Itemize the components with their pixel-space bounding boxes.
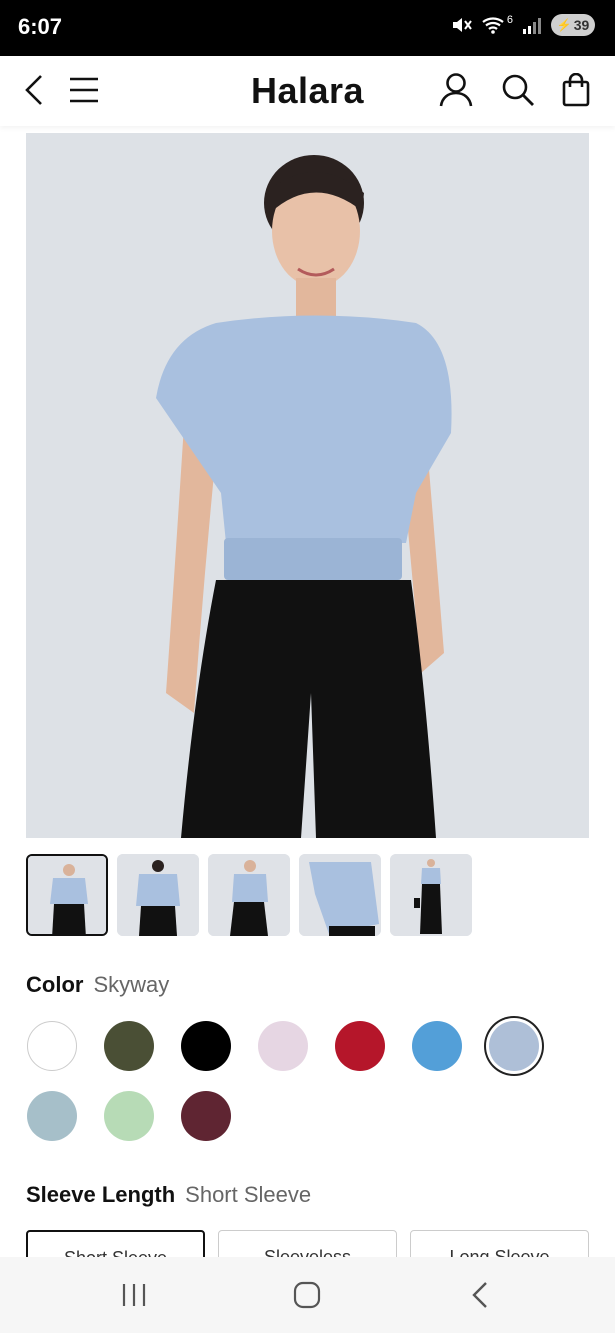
app-header: Halara xyxy=(0,56,615,126)
signal-icon xyxy=(523,18,541,34)
thumbnail-5[interactable] xyxy=(390,854,472,936)
selected-sleeve-name: Short Sleeve xyxy=(185,1182,312,1207)
color-swatch-blue[interactable] xyxy=(412,1021,462,1071)
thumbnail-1[interactable] xyxy=(26,854,108,936)
recent-apps-icon xyxy=(122,1284,146,1306)
thumbnail-3[interactable] xyxy=(208,854,290,936)
battery-indicator: ⚡ 39 xyxy=(551,14,595,36)
system-nav-bar xyxy=(0,1257,615,1333)
thumbnail-strip xyxy=(26,854,472,936)
cart-button[interactable] xyxy=(558,72,594,108)
product-main-image[interactable] xyxy=(26,133,589,838)
color-swatch-white[interactable] xyxy=(27,1021,77,1071)
user-icon xyxy=(439,73,473,107)
search-icon xyxy=(502,74,534,106)
recent-apps-button[interactable] xyxy=(114,1277,154,1313)
thumbnail-2[interactable] xyxy=(117,854,199,936)
color-label: Color xyxy=(26,972,84,997)
color-swatch-skyway[interactable] xyxy=(489,1021,539,1071)
home-button[interactable] xyxy=(287,1277,327,1313)
account-button[interactable] xyxy=(438,72,474,108)
status-bar: 6:07 6 ⚡ 39 xyxy=(0,0,615,56)
status-time: 6:07 xyxy=(18,14,63,39)
color-swatch-mint[interactable] xyxy=(104,1091,154,1141)
sleeve-label-row: Sleeve Length Short Sleeve xyxy=(26,1182,311,1208)
thumbnail-2-image xyxy=(117,854,199,936)
thumbnail-3-image xyxy=(208,854,290,936)
thumbnail-4-image xyxy=(299,854,381,936)
shopping-bag-icon xyxy=(562,73,590,107)
search-button[interactable] xyxy=(500,72,536,108)
wifi-badge: 6 xyxy=(506,14,513,26)
thumbnail-1-image xyxy=(28,856,106,934)
thumbnail-4[interactable] xyxy=(299,854,381,936)
model-illustration xyxy=(156,155,452,838)
selected-color-name: Skyway xyxy=(93,972,170,997)
color-swatch-sage-blue[interactable] xyxy=(27,1091,77,1141)
battery-level: 39 xyxy=(573,17,590,33)
mute-icon xyxy=(452,18,472,32)
sleeve-label: Sleeve Length xyxy=(26,1182,176,1207)
system-back-icon xyxy=(472,1282,487,1308)
color-swatch-lilac[interactable] xyxy=(258,1021,308,1071)
color-label-row: Color Skyway xyxy=(26,972,169,998)
color-swatch-olive[interactable] xyxy=(104,1021,154,1071)
wifi-icon xyxy=(482,17,504,34)
color-swatch-wine[interactable] xyxy=(181,1091,231,1141)
status-icons: 6 ⚡ 39 xyxy=(451,14,595,36)
color-swatch-red[interactable] xyxy=(335,1021,385,1071)
color-swatch-black[interactable] xyxy=(181,1021,231,1071)
thumbnail-5-image xyxy=(390,854,472,936)
system-back-button[interactable] xyxy=(460,1277,500,1313)
home-icon xyxy=(293,1281,321,1309)
charging-icon: ⚡ xyxy=(556,18,572,32)
